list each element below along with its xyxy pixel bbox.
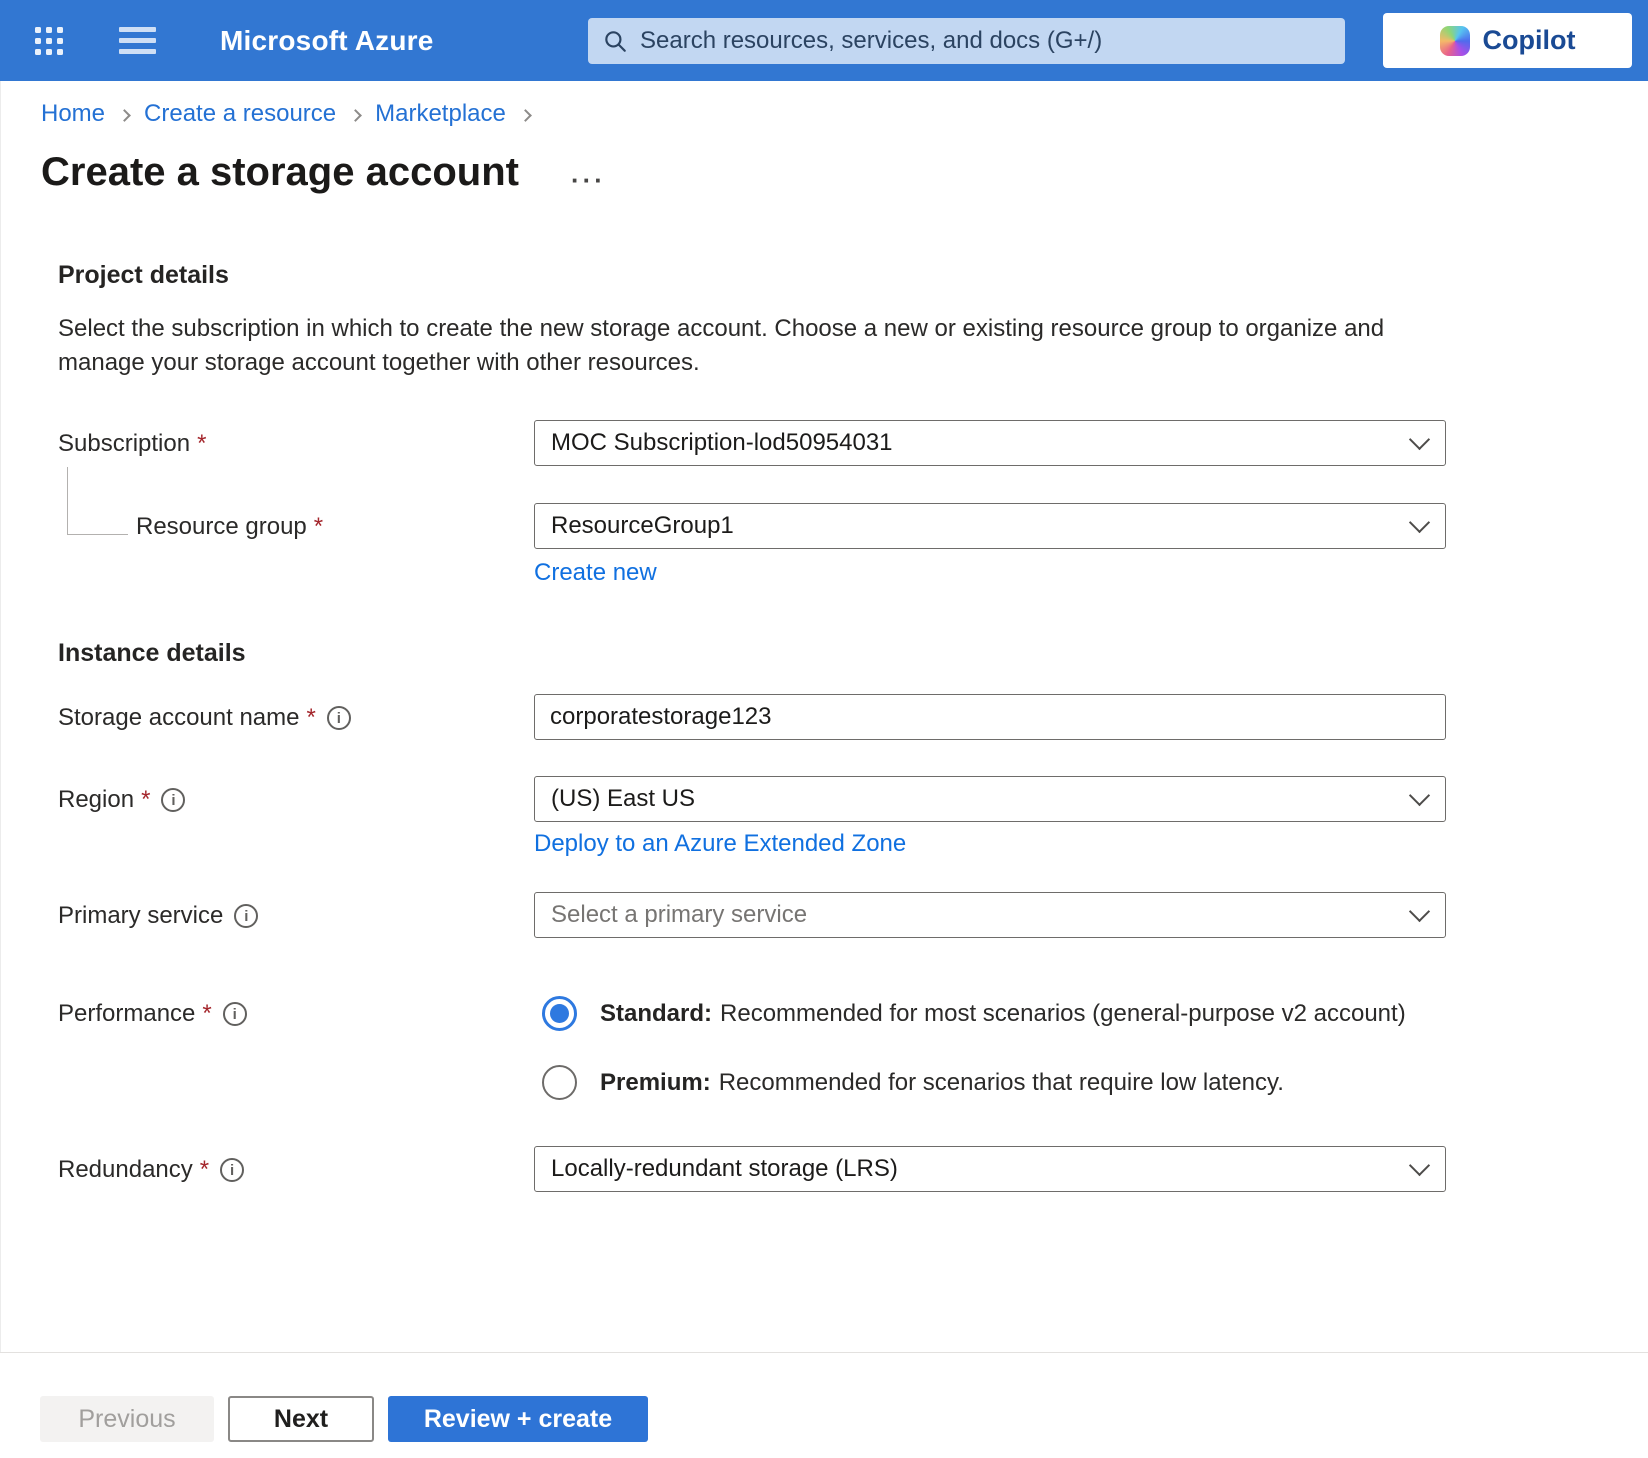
redundancy-value: Locally-redundant storage (LRS) bbox=[551, 1155, 898, 1183]
instance-details-heading: Instance details bbox=[58, 639, 1648, 668]
app-launcher-icon[interactable] bbox=[35, 27, 63, 55]
redundancy-row: Redundancy * Locally-redundant storage (… bbox=[41, 1146, 1648, 1192]
performance-label: Performance * bbox=[41, 990, 534, 1028]
azure-portal-page: Microsoft Azure Copilot Home Create a re… bbox=[0, 0, 1648, 1458]
chevron-down-icon bbox=[1409, 428, 1430, 449]
performance-option-premium[interactable]: Premium: Recommended for scenarios that r… bbox=[542, 1065, 1534, 1100]
resource-group-row: Resource group * ResourceGroup1 bbox=[41, 503, 1648, 549]
performance-option-standard[interactable]: Standard: Recommended for most scenarios … bbox=[542, 996, 1534, 1031]
global-search[interactable] bbox=[588, 18, 1345, 64]
copilot-icon bbox=[1440, 26, 1470, 56]
resource-group-value: ResourceGroup1 bbox=[551, 512, 734, 540]
chevron-right-icon bbox=[118, 109, 131, 122]
info-icon[interactable] bbox=[223, 1002, 247, 1026]
redundancy-label: Redundancy * bbox=[41, 1146, 534, 1184]
redundancy-dropdown[interactable]: Locally-redundant storage (LRS) bbox=[534, 1146, 1446, 1192]
required-asterisk: * bbox=[197, 430, 206, 458]
search-icon bbox=[602, 28, 628, 54]
info-icon[interactable] bbox=[327, 706, 351, 730]
option-description: Recommended for most scenarios (general-… bbox=[720, 1000, 1406, 1027]
wizard-footer: Previous Next Review + create bbox=[0, 1352, 1648, 1458]
info-icon[interactable] bbox=[220, 1158, 244, 1182]
region-label: Region * bbox=[41, 776, 534, 814]
performance-options: Standard: Recommended for most scenarios … bbox=[534, 990, 1534, 1100]
chevron-right-icon bbox=[519, 109, 532, 122]
deploy-extended-zone-link[interactable]: Deploy to an Azure Extended Zone bbox=[534, 830, 906, 858]
info-icon[interactable] bbox=[161, 788, 185, 812]
radio-unselected-icon[interactable] bbox=[542, 1065, 577, 1100]
project-details-heading: Project details bbox=[58, 261, 1648, 290]
required-asterisk: * bbox=[307, 704, 316, 732]
breadcrumb: Home Create a resource Marketplace bbox=[41, 81, 1648, 128]
primary-service-placeholder: Select a primary service bbox=[551, 901, 807, 929]
storage-account-name-row: Storage account name * bbox=[41, 694, 1648, 740]
copilot-label: Copilot bbox=[1483, 25, 1576, 56]
chevron-down-icon bbox=[1409, 1154, 1430, 1175]
project-details-description: Select the subscription in which to crea… bbox=[58, 312, 1448, 380]
subscription-row: Subscription * MOC Subscription-lod50954… bbox=[41, 420, 1648, 466]
subscription-dropdown[interactable]: MOC Subscription-lod50954031 bbox=[534, 420, 1446, 466]
required-asterisk: * bbox=[141, 786, 150, 814]
required-asterisk: * bbox=[200, 1156, 209, 1184]
review-create-button[interactable]: Review + create bbox=[388, 1396, 648, 1442]
parent-child-connector bbox=[67, 467, 128, 535]
radio-selected-icon[interactable] bbox=[542, 996, 577, 1031]
performance-row: Performance * Standard: Recommended for m… bbox=[41, 990, 1648, 1100]
more-options-icon[interactable]: ··· bbox=[571, 175, 606, 185]
primary-service-row: Primary service Select a primary service bbox=[41, 892, 1648, 938]
region-value: (US) East US bbox=[551, 785, 695, 813]
option-name: Premium: bbox=[600, 1069, 711, 1096]
main-content: Home Create a resource Marketplace Creat… bbox=[0, 81, 1648, 1352]
chevron-right-icon bbox=[349, 109, 362, 122]
breadcrumb-create-a-resource[interactable]: Create a resource bbox=[144, 100, 336, 128]
storage-account-name-label: Storage account name * bbox=[41, 694, 534, 732]
primary-service-label: Primary service bbox=[41, 892, 534, 930]
chevron-down-icon bbox=[1409, 900, 1430, 921]
search-input[interactable] bbox=[640, 27, 1331, 55]
primary-service-dropdown[interactable]: Select a primary service bbox=[534, 892, 1446, 938]
copilot-button[interactable]: Copilot bbox=[1383, 13, 1632, 68]
brand-title[interactable]: Microsoft Azure bbox=[220, 25, 434, 57]
create-new-row: Create new bbox=[534, 559, 1648, 587]
storage-account-name-input[interactable] bbox=[534, 694, 1446, 740]
previous-button[interactable]: Previous bbox=[40, 1396, 214, 1442]
chevron-down-icon bbox=[1409, 784, 1430, 805]
hamburger-menu-icon[interactable] bbox=[119, 27, 156, 54]
title-row: Create a storage account ··· bbox=[41, 150, 1648, 195]
resource-group-dropdown[interactable]: ResourceGroup1 bbox=[534, 503, 1446, 549]
region-dropdown[interactable]: (US) East US bbox=[534, 776, 1446, 822]
create-new-link[interactable]: Create new bbox=[534, 559, 657, 587]
region-row: Region * (US) East US bbox=[41, 776, 1648, 822]
option-name: Standard: bbox=[600, 1000, 712, 1027]
subscription-label: Subscription * bbox=[41, 420, 534, 458]
page-title: Create a storage account bbox=[41, 150, 519, 195]
required-asterisk: * bbox=[202, 1000, 211, 1028]
info-icon[interactable] bbox=[234, 904, 258, 928]
breadcrumb-marketplace[interactable]: Marketplace bbox=[375, 100, 506, 128]
breadcrumb-home[interactable]: Home bbox=[41, 100, 105, 128]
option-description: Recommended for scenarios that require l… bbox=[719, 1069, 1284, 1096]
subscription-value: MOC Subscription-lod50954031 bbox=[551, 429, 893, 457]
top-bar: Microsoft Azure Copilot bbox=[0, 0, 1648, 81]
chevron-down-icon bbox=[1409, 511, 1430, 532]
next-button[interactable]: Next bbox=[228, 1396, 374, 1442]
required-asterisk: * bbox=[314, 513, 323, 541]
deploy-extended-zone-row: Deploy to an Azure Extended Zone bbox=[534, 830, 1648, 858]
